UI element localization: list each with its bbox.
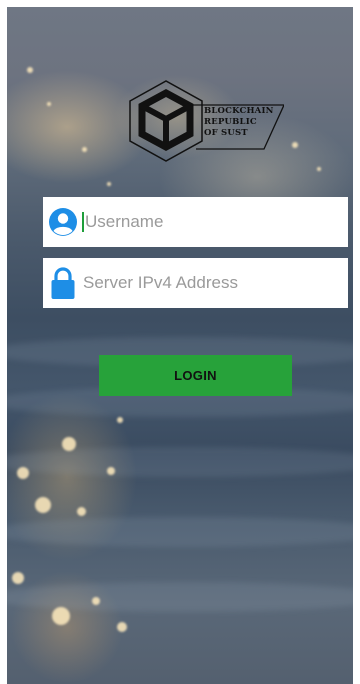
lock-icon [43,258,83,308]
login-button[interactable]: LOGIN [99,355,292,396]
logo-line-1: BLOCKCHAIN [204,106,274,116]
logo-text: BLOCKCHAIN REPUBLIC OF SUST [204,106,274,139]
server-address-input[interactable] [83,258,348,308]
username-input[interactable] [85,197,348,247]
server-address-field[interactable] [43,258,348,308]
username-field[interactable] [43,197,348,247]
text-cursor [82,212,84,232]
logo-line-3: OF SUST [204,128,248,138]
blockchain-republic-logo: BLOCKCHAIN REPUBLIC OF SUST [124,79,286,175]
logo-line-2: REPUBLIC [204,117,257,127]
user-avatar-icon [43,197,83,247]
login-screen: BLOCKCHAIN REPUBLIC OF SUST LOGIN [7,7,353,684]
